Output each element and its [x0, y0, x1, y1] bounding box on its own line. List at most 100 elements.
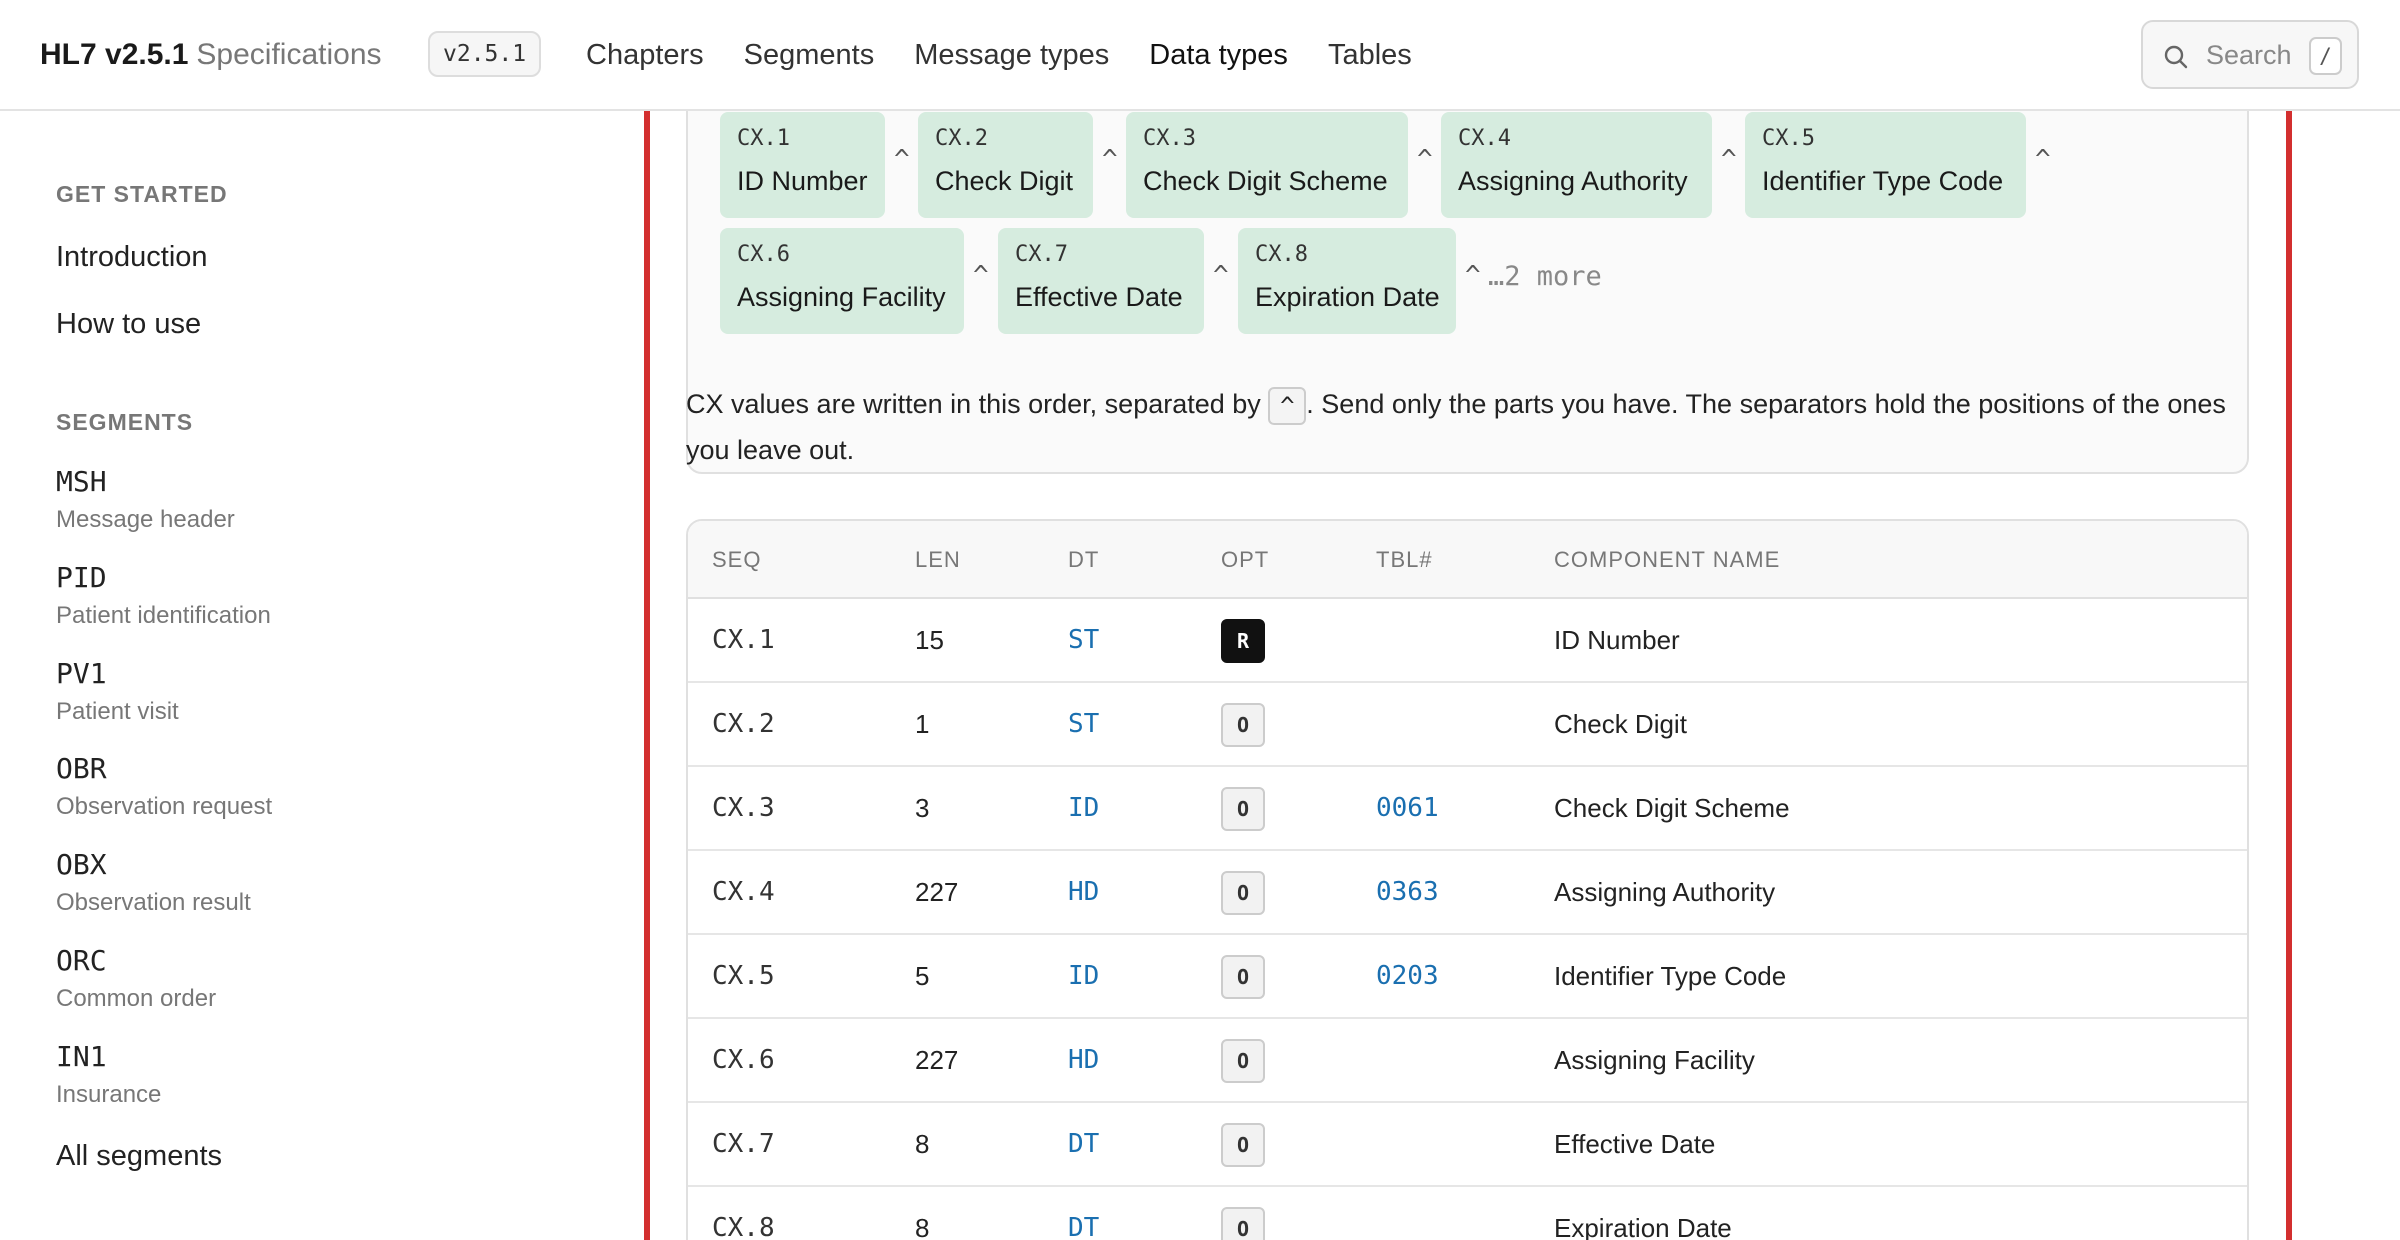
required-badge: R: [1221, 619, 1265, 663]
optional-badge: O: [1221, 871, 1265, 915]
sidebar-item-pid[interactable]: PID Patient identification: [56, 561, 271, 631]
cell-seq: CX.2: [712, 709, 775, 739]
cell-datatype-link[interactable]: ID: [1068, 960, 1099, 992]
component-name: Effective Date: [1015, 282, 1183, 312]
sidebar-item-obr[interactable]: OBR Observation request: [56, 752, 272, 822]
component-name: Check Digit Scheme: [1143, 166, 1388, 196]
component-chip-cx5[interactable]: CX.5 Identifier Type Code: [1745, 112, 2026, 218]
segment-desc: Message header: [56, 506, 235, 533]
component-id: CX.1: [737, 126, 790, 151]
brand-subtitle: Specifications: [196, 38, 382, 71]
cell-len: 3: [915, 793, 930, 823]
cell-datatype-link[interactable]: HD: [1068, 876, 1099, 908]
site-brand[interactable]: HL7 v2.5.1 Specifications: [40, 36, 382, 74]
nav-segments[interactable]: Segments: [744, 36, 875, 74]
component-chip-cx2[interactable]: CX.2 Check Digit: [918, 112, 1093, 218]
content-left-rail: [644, 111, 650, 1240]
cell-datatype-link[interactable]: HD: [1068, 1044, 1099, 1076]
cell-seq: CX.3: [712, 793, 775, 823]
sidebar-item-in1[interactable]: IN1 Insurance: [56, 1040, 161, 1110]
description-text-1: CX values are written in this order, sep…: [686, 389, 1269, 419]
cell-seq: CX.8: [712, 1213, 775, 1240]
more-components-link[interactable]: …2 more: [1488, 260, 1602, 294]
cell-component-name: Assigning Authority: [1554, 877, 1776, 907]
search-shortcut-key: /: [2309, 37, 2342, 75]
component-name: ID Number: [737, 166, 868, 196]
component-id: CX.4: [1458, 126, 1511, 151]
component-id: CX.7: [1015, 242, 1068, 267]
segment-desc: Patient visit: [56, 698, 179, 725]
cell-len: 8: [915, 1129, 930, 1159]
optional-badge: O: [1221, 1123, 1265, 1167]
version-badge[interactable]: v2.5.1: [428, 31, 542, 77]
separator-caret: ^: [1465, 261, 1481, 291]
sidebar-item-introduction[interactable]: Introduction: [56, 239, 208, 275]
search-label: Search: [2206, 40, 2292, 70]
component-id: CX.5: [1762, 126, 1815, 151]
segment-desc: Common order: [56, 985, 217, 1012]
component-chip-cx3[interactable]: CX.3 Check Digit Scheme: [1126, 112, 1408, 218]
optional-badge: O: [1221, 1039, 1265, 1083]
component-chip-cx7[interactable]: CX.7 Effective Date: [998, 228, 1204, 334]
cell-component-name: Check Digit Scheme: [1554, 793, 1790, 823]
cell-component-name: Expiration Date: [1554, 1213, 1732, 1240]
sidebar-item-obx[interactable]: OBX Observation result: [56, 848, 251, 918]
separator-caret: ^: [1213, 261, 1229, 291]
cell-table-link[interactable]: 0203: [1376, 960, 1439, 992]
component-name: Expiration Date: [1255, 282, 1440, 312]
nav-message-types[interactable]: Message types: [914, 36, 1109, 74]
component-chip-cx4[interactable]: CX.4 Assigning Authority: [1441, 112, 1712, 218]
component-name: Assigning Authority: [1458, 166, 1688, 196]
cell-seq: CX.1: [712, 625, 775, 655]
nav-tables[interactable]: Tables: [1328, 36, 1412, 74]
component-chip-cx1[interactable]: CX.1 ID Number: [720, 112, 885, 218]
cell-datatype-link[interactable]: ST: [1068, 624, 1099, 656]
component-name: Check Digit: [935, 166, 1074, 196]
cell-component-name: Check Digit: [1554, 709, 1687, 739]
component-name: Assigning Facility: [737, 282, 946, 312]
segment-code: IN1: [56, 1040, 107, 1073]
cell-datatype-link[interactable]: DT: [1068, 1128, 1099, 1160]
optional-badge: O: [1221, 703, 1265, 747]
segment-code: OBX: [56, 848, 107, 881]
sidebar-item-all-segments[interactable]: All segments: [56, 1138, 222, 1174]
cell-table-link[interactable]: 0363: [1376, 876, 1439, 908]
segment-desc: Patient identification: [56, 602, 271, 629]
cell-component-name: ID Number: [1554, 625, 1680, 655]
sidebar-item-pv1[interactable]: PV1 Patient visit: [56, 657, 179, 727]
segment-desc: Observation request: [56, 793, 273, 820]
search-icon: [2164, 45, 2188, 69]
nav-data-types[interactable]: Data types: [1149, 36, 1288, 74]
sidebar-heading-segments: SEGMENTS: [56, 409, 194, 435]
separator-caret: ^: [1417, 145, 1433, 175]
component-chip-cx6[interactable]: CX.6 Assigning Facility: [720, 228, 964, 334]
sidebar-item-orc[interactable]: ORC Common order: [56, 944, 216, 1014]
search-button[interactable]: Search /: [2141, 20, 2359, 89]
cell-datatype-link[interactable]: DT: [1068, 1212, 1099, 1240]
cell-seq: CX.5: [712, 961, 775, 991]
component-chip-cx8[interactable]: CX.8 Expiration Date: [1238, 228, 1456, 334]
table-row: CX.4 227 HD O 0363 Assigning Authority: [688, 851, 2247, 935]
table-row: CX.7 8 DT O Effective Date: [688, 1103, 2247, 1187]
cell-len: 227: [915, 1045, 959, 1075]
cell-component-name: Identifier Type Code: [1554, 961, 1787, 991]
main-nav: Chapters Segments Message types Data typ…: [586, 36, 1412, 74]
cell-table-link[interactable]: 0061: [1376, 792, 1439, 824]
sidebar-item-how-to-use[interactable]: How to use: [56, 306, 201, 342]
cell-len: 1: [915, 709, 930, 739]
cell-len: 8: [915, 1213, 930, 1240]
nav-chapters[interactable]: Chapters: [586, 36, 704, 74]
table-row: CX.3 3 ID O 0061 Check Digit Scheme: [688, 767, 2247, 851]
table-row: CX.6 227 HD O Assigning Facility: [688, 1019, 2247, 1103]
main-content: CX.1 ID Number ^ CX.2 Check Digit ^ CX.3…: [656, 111, 2292, 1240]
separator-caret: ^: [1721, 145, 1737, 175]
sidebar-item-msh[interactable]: MSH Message header: [56, 465, 235, 535]
cell-seq: CX.6: [712, 1045, 775, 1075]
separator-key: ^: [1268, 386, 1307, 425]
segment-code: PID: [56, 561, 107, 594]
column-header-dt: DT: [1068, 547, 1100, 572]
table-header-row: SEQ LEN DT OPT TBL# COMPONENT NAME: [688, 521, 2247, 599]
cell-datatype-link[interactable]: ID: [1068, 792, 1099, 824]
cell-datatype-link[interactable]: ST: [1068, 708, 1099, 740]
component-id: CX.2: [935, 126, 988, 151]
